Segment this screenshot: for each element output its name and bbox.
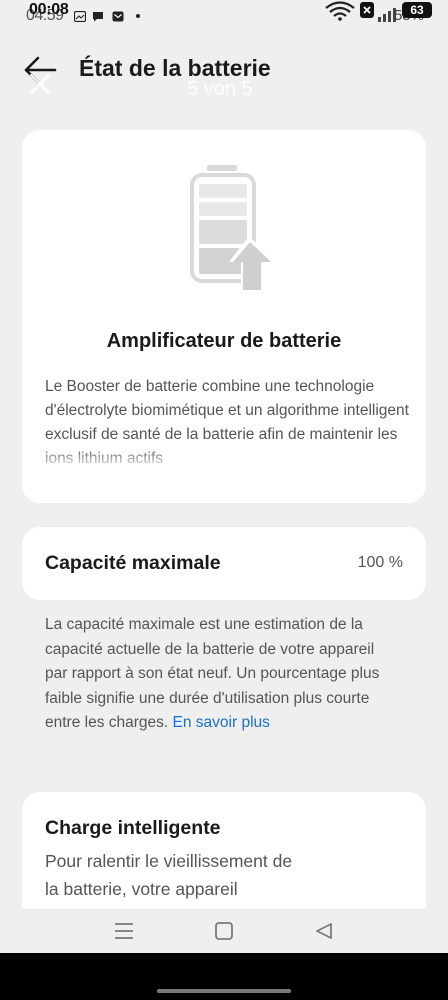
close-app-notification-icon <box>360 2 374 18</box>
smart-charge-description: Pour ralentir le vieillissement de la ba… <box>45 851 293 899</box>
more-notifications-dot <box>136 14 140 18</box>
max-capacity-value: 100 % <box>357 554 403 571</box>
status-bar-right: 58% 63 <box>318 0 448 28</box>
battery-booster-card: Amplificateur de batterie Le Booster de … <box>22 130 426 503</box>
learn-more-link[interactable]: En savoir plus <box>173 714 270 731</box>
booster-title: Amplificateur de batterie <box>106 330 342 352</box>
image-notification-icon <box>74 11 86 22</box>
gallery-counter: 5 von 5 <box>187 78 253 100</box>
status-bar: 04:59 00:08 58% <box>0 0 448 28</box>
chat-notification-icon <box>93 12 103 22</box>
max-capacity-card: Capacité maximale 100 % <box>22 527 426 600</box>
gesture-area <box>0 953 448 1000</box>
battery-indicator: 63 <box>402 2 432 18</box>
close-icon[interactable] <box>28 72 52 96</box>
menu-icon[interactable] <box>113 921 135 941</box>
status-time: 00:08 <box>29 1 69 18</box>
back-triangle-icon[interactable] <box>313 921 335 941</box>
max-capacity-description: La capacité maximale est une estimation … <box>45 613 395 736</box>
max-capacity-label: Capacité maximale <box>45 552 221 574</box>
navigation-bar <box>0 909 448 953</box>
text-fade <box>22 448 426 470</box>
mail-notification-icon <box>112 11 124 22</box>
smart-charge-title: Charge intelligente <box>45 817 221 839</box>
gesture-handle[interactable] <box>157 989 291 993</box>
status-bar-left: 04:59 00:08 <box>26 1 166 27</box>
battery-boost-icon <box>190 165 275 292</box>
home-icon[interactable] <box>213 921 235 941</box>
wifi-icon <box>325 1 355 21</box>
